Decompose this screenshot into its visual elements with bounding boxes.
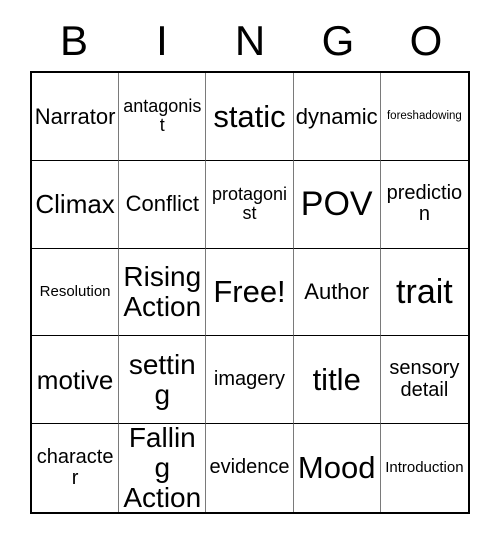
header-letter-b: B [59, 17, 88, 64]
bingo-cell[interactable]: title [293, 336, 381, 425]
bingo-cell[interactable]: protagonist [206, 160, 294, 249]
bingo-cell-label: static [213, 98, 286, 134]
bingo-cell-label: dynamic [295, 103, 378, 129]
bingo-cell-label: Mood [297, 450, 376, 486]
bingo-cell[interactable]: Narrator [32, 73, 120, 161]
header-letter-o: O [409, 17, 443, 64]
bingo-cell[interactable]: Climax [32, 160, 120, 249]
bingo-cell[interactable]: character [32, 424, 120, 512]
bingo-cell[interactable]: antagonist [119, 73, 207, 161]
bingo-cell-label: Falling Action [123, 424, 202, 512]
bingo-cell-label: antagonist [123, 95, 202, 136]
bingo-cell-label: Introduction [385, 459, 464, 476]
bingo-cell[interactable]: Rising Action [119, 248, 207, 337]
bingo-cell-label: motive [36, 364, 114, 395]
bingo-cell[interactable]: static [206, 73, 294, 161]
bingo-cell[interactable]: Mood [293, 424, 381, 512]
bingo-grid: Narrator antagonist static dynamic foreshado… [30, 71, 470, 514]
bingo-cell[interactable]: dynamic [293, 73, 381, 161]
bingo-cell[interactable]: sensory detail [380, 336, 468, 425]
bingo-cell[interactable]: Conflict [119, 160, 207, 249]
bingo-cell-label: evidence [209, 456, 290, 479]
header-letter-g: G [321, 17, 355, 64]
bingo-cell-label: character [36, 445, 114, 490]
bingo-header: B I N G O [30, 12, 470, 70]
bingo-cell[interactable]: Introduction [380, 424, 468, 512]
bingo-cell[interactable]: Free! [206, 248, 294, 337]
bingo-cell-label: prediction [386, 181, 463, 226]
bingo-cell[interactable]: foreshadowing [380, 73, 468, 161]
bingo-cell-label: Author [304, 279, 370, 305]
bingo-cell[interactable]: Resolution [32, 248, 120, 337]
bingo-cell[interactable]: trait [380, 248, 468, 337]
bingo-cell-label: sensory detail [389, 357, 460, 401]
bingo-cell[interactable]: setting [119, 336, 207, 425]
bingo-cell[interactable]: imagery [206, 336, 294, 425]
bingo-cell-label: imagery [213, 367, 286, 390]
bingo-cell[interactable]: prediction [380, 160, 468, 249]
bingo-cell[interactable]: motive [32, 336, 120, 425]
bingo-cell-label: trait [396, 272, 453, 311]
bingo-cell-label: title [312, 362, 361, 398]
bingo-cell[interactable]: Author [293, 248, 381, 337]
header-letter-n: N [234, 17, 266, 64]
bingo-cell-label: foreshadowing [386, 110, 462, 123]
bingo-card: B I N G O Narrator antagonist static dynami… [0, 0, 500, 544]
bingo-cell[interactable]: POV [293, 160, 381, 249]
bingo-cell-label: POV [300, 184, 373, 223]
bingo-cell-label: Conflict [125, 191, 199, 217]
bingo-cell-label: Resolution [39, 282, 111, 300]
bingo-cell-label: Free! [213, 274, 286, 310]
bingo-cell-label: Climax [35, 189, 115, 220]
bingo-cell[interactable]: evidence [206, 424, 294, 512]
bingo-cell-label: protagonist [211, 183, 288, 224]
bingo-cell-label: Rising Action [123, 260, 202, 322]
bingo-cell[interactable]: Falling Action [119, 424, 207, 512]
bingo-cell-label: setting [128, 348, 196, 410]
bingo-cell-label: Narrator [34, 103, 116, 129]
header-letter-i: I [156, 17, 168, 64]
